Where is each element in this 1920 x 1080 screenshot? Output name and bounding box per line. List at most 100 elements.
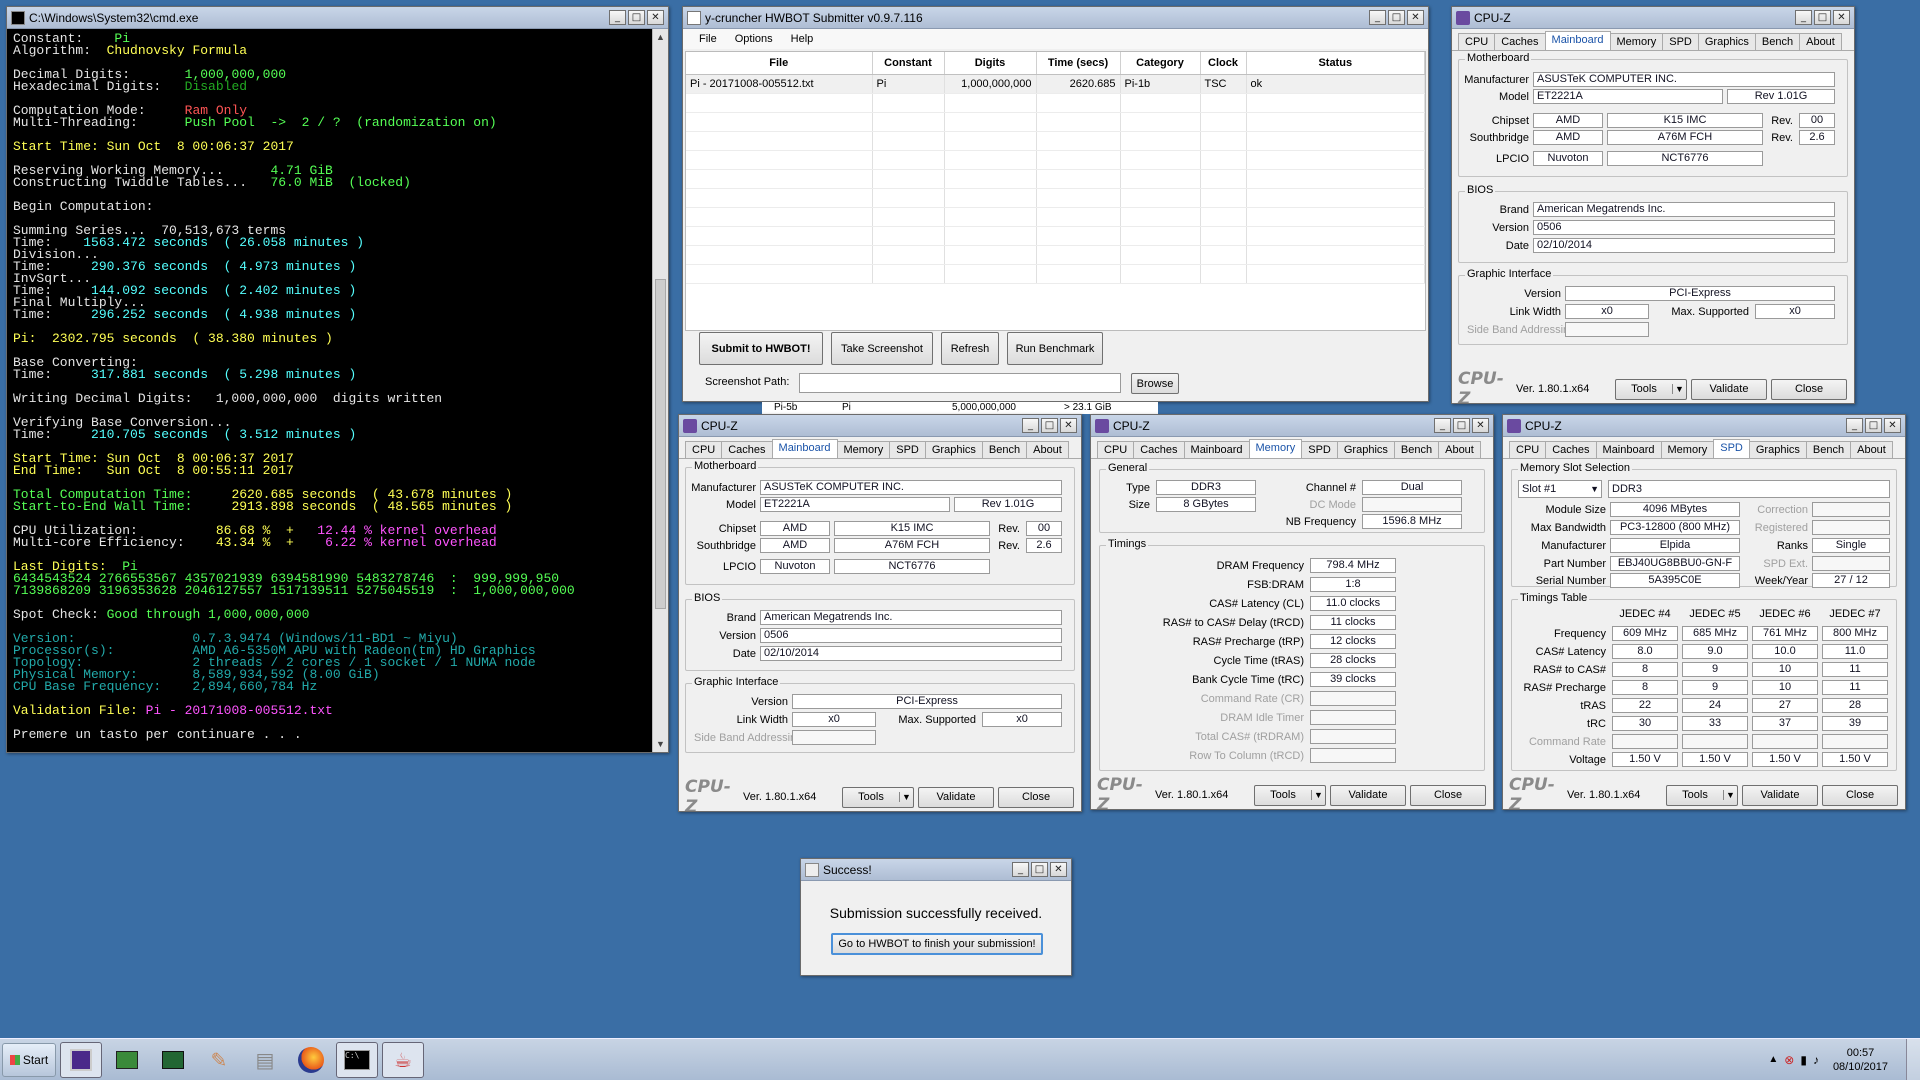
tools-button[interactable]: Tools ▼	[1254, 784, 1326, 806]
tab-memory[interactable]: Memory	[1660, 441, 1715, 458]
paint-taskbar-icon[interactable]: ✎	[198, 1042, 240, 1078]
col-file[interactable]: File	[686, 52, 873, 75]
maximize-icon[interactable]: □	[1453, 418, 1470, 433]
maximize-icon[interactable]: □	[1041, 418, 1058, 433]
gpu-tool-taskbar-icon[interactable]	[106, 1042, 148, 1078]
tab-about[interactable]: About	[1850, 441, 1893, 458]
validate-button[interactable]: Validate	[1691, 378, 1767, 400]
tab-graphics[interactable]: Graphics	[1697, 33, 1756, 50]
maximize-icon[interactable]: □	[1388, 10, 1405, 25]
col-status[interactable]: Status	[1246, 52, 1425, 75]
tab-graphics[interactable]: Graphics	[1336, 441, 1395, 458]
tab-cpu[interactable]: CPU	[1509, 441, 1547, 458]
scroll-thumb[interactable]	[655, 279, 666, 609]
tab-spd[interactable]: SPD	[1662, 33, 1699, 50]
scroll-down-icon[interactable]: ▼	[653, 736, 668, 752]
tab-about[interactable]: About	[1026, 441, 1069, 458]
minimize-icon[interactable]: _	[1012, 862, 1029, 877]
maximize-icon[interactable]: □	[1031, 862, 1048, 877]
firefox-taskbar-icon[interactable]	[290, 1042, 332, 1078]
tab-about[interactable]: About	[1438, 441, 1481, 458]
col-time[interactable]: Time (secs)	[1036, 52, 1121, 75]
cpuz-spd-window[interactable]: CPU-Z _ □ ✕ CPU Caches Mainboard Memory SPD G…	[1502, 414, 1906, 810]
tab-bench[interactable]: Bench	[1393, 441, 1440, 458]
tab-caches[interactable]: Caches	[1545, 441, 1597, 458]
tab-caches[interactable]: Caches	[1494, 33, 1546, 50]
refresh-button[interactable]: Refresh	[941, 332, 999, 365]
close-button[interactable]: Close	[1822, 784, 1898, 806]
tools-button[interactable]: Tools ▼	[842, 786, 914, 808]
show-desktop-button[interactable]	[1906, 1038, 1920, 1080]
go-to-hwbot-button[interactable]: Go to HWBOT to finish your submission!	[831, 933, 1043, 955]
cmd-window[interactable]: C:\Windows\System32\cmd.exe _ □ ✕ Consta…	[6, 6, 669, 753]
dropdown-arrow-icon[interactable]: ▼	[1723, 790, 1737, 800]
volume-icon[interactable]: ♪	[1813, 1053, 1819, 1067]
cpuz-titlebar[interactable]: CPU-Z _ □ ✕	[1452, 7, 1854, 29]
col-category[interactable]: Category	[1120, 52, 1201, 75]
minimize-icon[interactable]: _	[1369, 10, 1386, 25]
slot-select[interactable]: Slot #1 ▼	[1518, 480, 1602, 498]
java-taskbar-icon[interactable]: ☕	[382, 1041, 424, 1078]
network-icon[interactable]: ▮	[1800, 1053, 1807, 1067]
validate-button[interactable]: Validate	[918, 786, 994, 808]
tab-spd[interactable]: SPD	[1713, 439, 1750, 458]
dropdown-arrow-icon[interactable]: ▼	[1672, 384, 1686, 394]
col-clock[interactable]: Clock	[1200, 52, 1247, 75]
cpuz-mainboard-window[interactable]: CPU-Z _ □ ✕ CPU Caches Mainboard Memory SPD G…	[1451, 6, 1855, 404]
tab-mainboard[interactable]: Mainboard	[1595, 441, 1662, 458]
close-button[interactable]: Close	[1771, 378, 1847, 400]
minimize-icon[interactable]: _	[1022, 418, 1039, 433]
close-icon[interactable]: ✕	[1472, 418, 1489, 433]
browse-button[interactable]: Browse	[1131, 373, 1179, 394]
cpuz-titlebar[interactable]: CPU-Z _ □ ✕	[1091, 415, 1493, 437]
tab-memory[interactable]: Memory	[1248, 439, 1303, 458]
minimize-icon[interactable]: _	[1434, 418, 1451, 433]
chevron-down-icon[interactable]: ▼	[1590, 481, 1599, 497]
tools-button[interactable]: Tools ▼	[1615, 378, 1687, 400]
dropdown-arrow-icon[interactable]: ▼	[899, 792, 913, 802]
success-dialog[interactable]: Success! _ □ ✕ Submission successfully r…	[800, 858, 1072, 976]
col-digits[interactable]: Digits	[944, 52, 1037, 75]
close-icon[interactable]: ✕	[1884, 418, 1901, 433]
tab-cpu[interactable]: CPU	[1458, 33, 1496, 50]
show-hidden-icons[interactable]: ▲	[1768, 1054, 1778, 1065]
start-button[interactable]: Start	[2, 1042, 56, 1077]
tab-memory[interactable]: Memory	[1609, 33, 1664, 50]
table-row[interactable]: Pi - 20171008-005512.txt Pi 1,000,000,00…	[686, 74, 1425, 94]
explorer-taskbar-icon[interactable]: ▤	[244, 1042, 286, 1078]
cmd-scrollbar[interactable]: ▲ ▼	[652, 29, 668, 752]
maximize-icon[interactable]: □	[628, 10, 645, 25]
tab-graphics[interactable]: Graphics	[1748, 441, 1807, 458]
tab-about[interactable]: About	[1799, 33, 1842, 50]
col-constant[interactable]: Constant	[872, 52, 945, 75]
menu-file[interactable]: File	[699, 33, 717, 45]
scroll-up-icon[interactable]: ▲	[653, 29, 668, 45]
security-icon[interactable]: ⊗	[1784, 1053, 1794, 1067]
clock[interactable]: 00:57 08/10/2017	[1833, 1046, 1888, 1074]
cmd-titlebar[interactable]: C:\Windows\System32\cmd.exe _ □ ✕	[7, 7, 668, 29]
validate-button[interactable]: Validate	[1330, 784, 1406, 806]
tab-bench[interactable]: Bench	[1754, 33, 1801, 50]
take-screenshot-button[interactable]: Take Screenshot	[831, 332, 933, 365]
tab-cpu[interactable]: CPU	[685, 441, 723, 458]
menu-options[interactable]: Options	[735, 33, 773, 45]
cpuz-taskbar-icon[interactable]	[60, 1041, 102, 1078]
maximize-icon[interactable]: □	[1814, 10, 1831, 25]
close-button[interactable]: Close	[998, 786, 1074, 808]
cmd-taskbar-icon[interactable]: C:\	[336, 1041, 378, 1078]
cpuz-mainboard-window-2[interactable]: CPU-Z _ □ ✕ CPU Caches Mainboard Memory SPD G…	[678, 414, 1082, 812]
tab-spd[interactable]: SPD	[1301, 441, 1338, 458]
results-table[interactable]: File Constant Digits Time (secs) Categor…	[685, 51, 1426, 331]
dropdown-arrow-icon[interactable]: ▼	[1311, 790, 1325, 800]
close-icon[interactable]: ✕	[1407, 10, 1424, 25]
hwmonitor-taskbar-icon[interactable]	[152, 1042, 194, 1078]
minimize-icon[interactable]: _	[1795, 10, 1812, 25]
tab-cpu[interactable]: CPU	[1097, 441, 1135, 458]
close-icon[interactable]: ✕	[647, 10, 664, 25]
tab-mainboard[interactable]: Mainboard	[1544, 31, 1611, 50]
submit-button[interactable]: Submit to HWBOT!	[699, 332, 823, 365]
tools-button[interactable]: Tools ▼	[1666, 784, 1738, 806]
minimize-icon[interactable]: _	[609, 10, 626, 25]
tab-mainboard[interactable]: Mainboard	[1183, 441, 1250, 458]
close-icon[interactable]: ✕	[1050, 862, 1067, 877]
